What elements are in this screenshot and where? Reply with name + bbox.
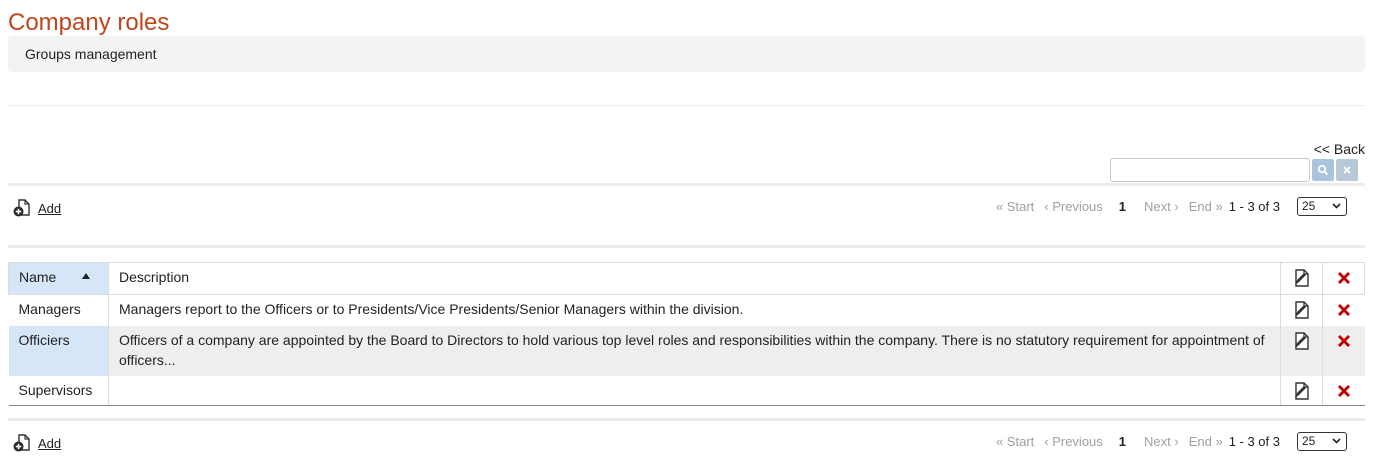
table-row[interactable]: Officiers Officers of a company are appo…: [8, 325, 1365, 376]
search-button[interactable]: [1312, 159, 1334, 181]
add-button[interactable]: Add: [12, 433, 61, 453]
edit-button[interactable]: [1280, 294, 1323, 326]
add-document-icon: [13, 199, 30, 217]
edit-icon: [1294, 301, 1309, 319]
page-size-value: 25: [1302, 199, 1316, 213]
delete-icon: [1337, 334, 1350, 347]
edit-button[interactable]: [1280, 375, 1323, 406]
pager-start[interactable]: « Start: [996, 199, 1034, 214]
pager-next[interactable]: Next ›: [1144, 199, 1179, 214]
pager-range: 1 - 3 of 3: [1228, 198, 1280, 214]
bottom-toolbar: Add « Start ‹ Previous 1 Next › End » 1 …: [8, 429, 1365, 455]
column-header-label: Description: [119, 269, 190, 285]
page-size-select[interactable]: 25: [1297, 196, 1347, 216]
table-header-row: Name Description: [8, 262, 1365, 295]
delete-button[interactable]: [1322, 294, 1365, 326]
pager-next[interactable]: Next ›: [1144, 434, 1179, 449]
search-icon: [1317, 164, 1329, 176]
top-toolbar: Add « Start ‹ Previous 1 Next › End » 1 …: [8, 194, 1365, 220]
delete-button[interactable]: [1322, 325, 1365, 376]
search-bar: [1110, 158, 1358, 182]
pager-end[interactable]: End »: [1189, 434, 1223, 449]
delete-icon: [1337, 272, 1350, 284]
sort-ascending-icon: [82, 273, 91, 280]
chevron-down-icon: [1332, 203, 1341, 209]
page-size-value: 25: [1302, 434, 1316, 448]
page-size-select[interactable]: 25: [1297, 431, 1347, 451]
add-document-icon: [13, 434, 30, 452]
pager-previous[interactable]: ‹ Previous: [1044, 434, 1103, 449]
table-row[interactable]: Managers Managers report to the Officers…: [8, 294, 1365, 326]
cell-description: Officers of a company are appointed by t…: [108, 325, 1281, 376]
pager-current-page: 1: [1118, 198, 1127, 214]
edit-icon: [1294, 269, 1309, 287]
roles-table: Name Description Managers Managers repor…: [8, 262, 1365, 406]
cell-name: Supervisors: [8, 375, 109, 406]
column-header-edit: [1280, 262, 1323, 295]
delete-icon: [1337, 384, 1350, 397]
close-icon: [1343, 166, 1351, 174]
pager-previous[interactable]: ‹ Previous: [1044, 199, 1103, 214]
divider: [8, 418, 1365, 421]
table-row[interactable]: Supervisors: [8, 375, 1365, 406]
search-input[interactable]: [1110, 158, 1310, 182]
page-title: Company roles: [8, 9, 170, 36]
cell-description: [108, 375, 1281, 406]
column-header-delete: [1322, 262, 1365, 295]
column-header-name[interactable]: Name: [8, 262, 109, 295]
delete-button[interactable]: [1322, 375, 1365, 406]
add-button[interactable]: Add: [12, 198, 61, 218]
edit-button[interactable]: [1280, 325, 1323, 376]
back-link[interactable]: << Back: [1314, 141, 1365, 157]
pager-range: 1 - 3 of 3: [1228, 433, 1280, 449]
pager-current-page: 1: [1118, 433, 1127, 449]
divider: [8, 105, 1365, 106]
section-subtitle: Groups management: [8, 36, 1365, 72]
add-label: Add: [38, 435, 62, 451]
clear-search-button[interactable]: [1336, 159, 1358, 181]
pager: « Start ‹ Previous 1 Next › End » 1 - 3 …: [996, 194, 1347, 218]
pager-end[interactable]: End »: [1189, 199, 1223, 214]
pager-start[interactable]: « Start: [996, 434, 1034, 449]
cell-name: Managers: [8, 294, 109, 326]
edit-icon: [1294, 331, 1309, 350]
column-header-label: Name: [19, 269, 57, 285]
column-header-description[interactable]: Description: [108, 262, 1281, 295]
cell-name: Officiers: [8, 325, 109, 376]
divider: [8, 183, 1365, 186]
cell-description: Managers report to the Officers or to Pr…: [108, 294, 1281, 326]
delete-icon: [1337, 304, 1350, 316]
divider: [8, 245, 1365, 248]
add-label: Add: [38, 200, 62, 216]
edit-icon: [1294, 381, 1309, 400]
chevron-down-icon: [1332, 438, 1341, 444]
pager: « Start ‹ Previous 1 Next › End » 1 - 3 …: [996, 429, 1347, 453]
